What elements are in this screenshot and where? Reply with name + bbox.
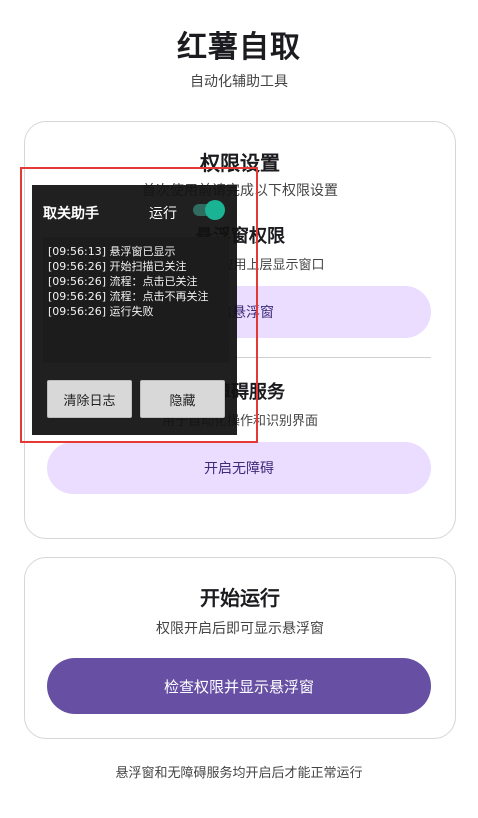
enable-accessibility-button[interactable]: 开启无障碍 [47, 442, 431, 494]
footer-note: 悬浮窗和无障碍服务均开启后才能正常运行 [115, 766, 363, 781]
log-line: [09:56:26] 运行失败 [48, 305, 154, 318]
log-line: [09:56:26] 流程：点击已关注 [48, 275, 198, 288]
run-card: 开始运行 权限开启后即可显示悬浮窗 检查权限并显示悬浮窗 [24, 557, 456, 739]
run-title: 开始运行 [200, 586, 280, 610]
run-toggle-label: 运行 [149, 206, 177, 222]
app-subtitle: 自动化辅助工具 [190, 74, 288, 90]
log-line: [09:56:26] 开始扫描已关注 [48, 260, 187, 273]
hide-button[interactable]: 隐藏 [140, 380, 225, 418]
run-description: 权限开启后即可显示悬浮窗 [156, 621, 324, 637]
check-permissions-button[interactable]: 检查权限并显示悬浮窗 [47, 658, 431, 714]
log-area[interactable]: [09:56:13] 悬浮窗已显示 [09:56:26] 开始扫描已关注 [09… [43, 237, 229, 363]
floating-window[interactable]: 取关助手 运行 [09:56:13] 悬浮窗已显示 [09:56:26] 开始扫… [32, 185, 237, 435]
app-title: 红薯自取 [177, 30, 301, 65]
clear-log-button[interactable]: 清除日志 [47, 380, 132, 418]
floating-window-title: 取关助手 [43, 206, 99, 222]
run-toggle[interactable] [191, 200, 225, 220]
log-line: [09:56:26] 流程：点击不再关注 [48, 290, 209, 303]
toggle-thumb [205, 200, 225, 220]
log-line: [09:56:13] 悬浮窗已显示 [48, 245, 176, 258]
